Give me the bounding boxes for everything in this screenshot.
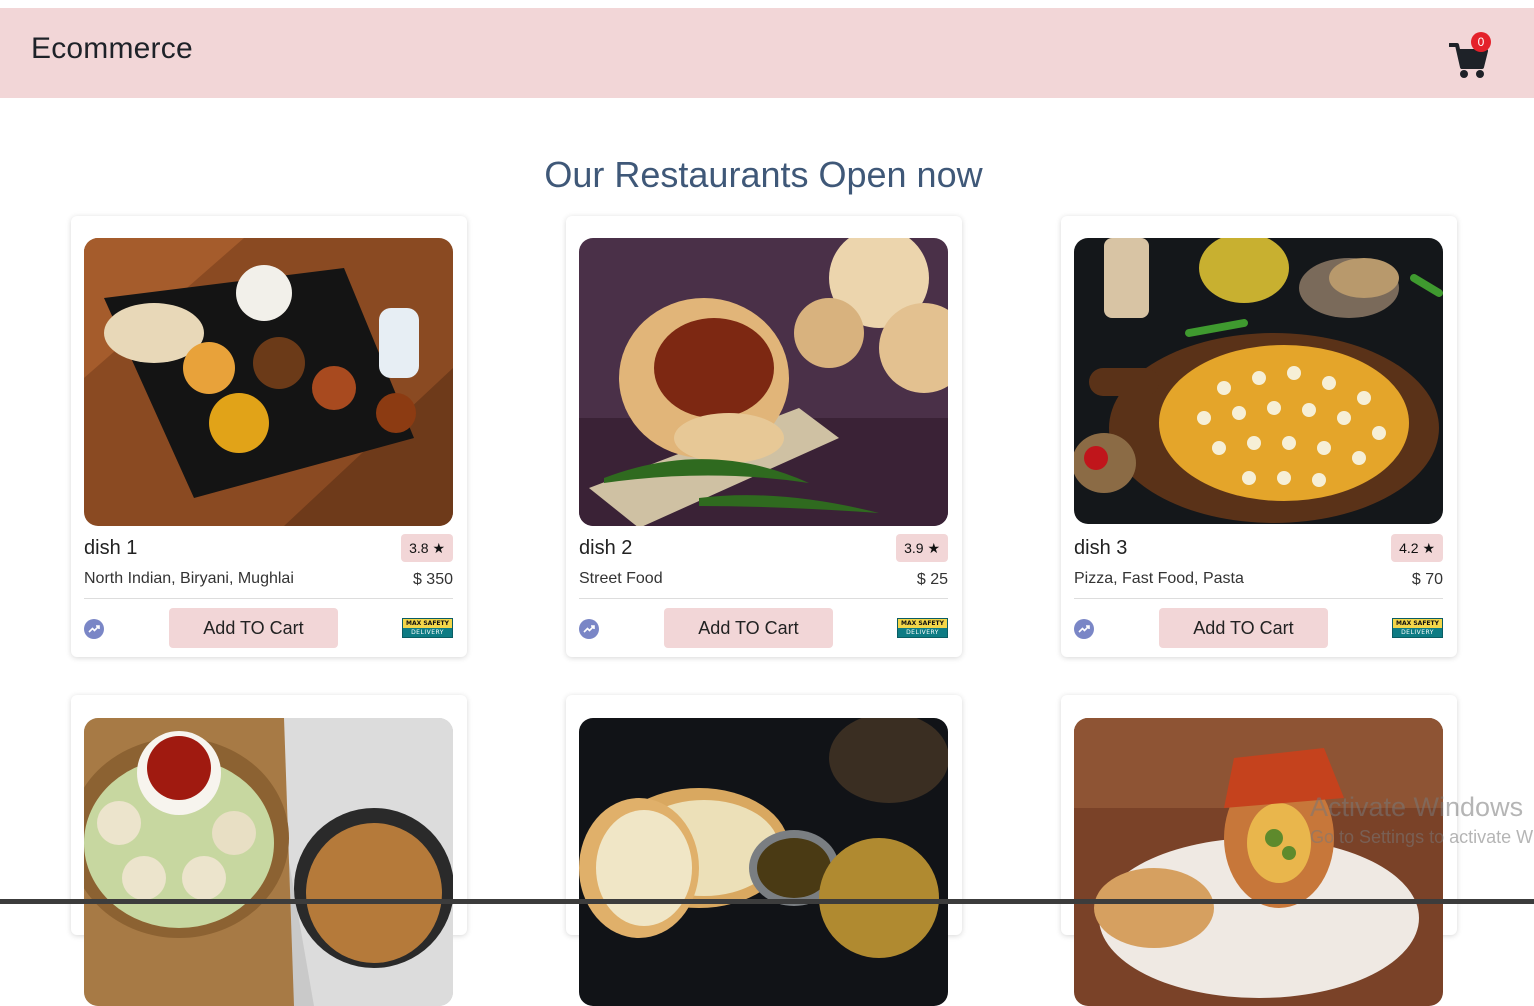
watermark-title: Activate Windows — [1310, 792, 1524, 822]
rating-badge: 3.9 ★ — [896, 534, 948, 562]
dish-image[interactable] — [84, 718, 453, 1006]
price-text: $ 70 — [1411, 571, 1443, 588]
dish-image[interactable] — [1074, 718, 1443, 1006]
watermark-subtitle: Go to Settings to activate Windows. — [1310, 827, 1534, 847]
max-safety-delivery-badge: MAX SAFETY DELIVERY — [1392, 618, 1443, 638]
trending-icon — [1074, 619, 1094, 639]
dish-name: dish 1 — [84, 537, 138, 559]
brand-title[interactable]: Ecommerce — [31, 32, 193, 66]
window-top-strip — [0, 0, 1534, 8]
dish-name: dish 3 — [1074, 537, 1128, 559]
safety-badge-line2: DELIVERY — [1401, 629, 1434, 636]
max-safety-delivery-badge: MAX SAFETY DELIVERY — [897, 618, 948, 638]
navbar: Ecommerce 0 — [0, 8, 1534, 98]
dish-image[interactable] — [84, 238, 453, 526]
trending-icon — [84, 619, 104, 639]
restaurant-card: dish 1 3.8 ★ North Indian, Biryani, Mugh… — [71, 216, 467, 657]
activate-windows-watermark: Activate Windows Go to Settings to activ… — [1310, 792, 1534, 848]
price-text: $ 350 — [412, 571, 453, 588]
taskbar-edge — [0, 899, 1534, 904]
cart-count-badge: 0 — [1471, 32, 1491, 52]
safety-badge-line2: DELIVERY — [906, 629, 939, 636]
rating-badge: 3.8 ★ — [401, 534, 453, 562]
divider — [84, 598, 453, 599]
add-to-cart-button[interactable]: Add TO Cart — [1159, 608, 1328, 648]
rating-badge: 4.2 ★ — [1391, 534, 1443, 562]
cuisine-text: Street Food — [579, 570, 663, 587]
cuisine-text: North Indian, Biryani, Mughlai — [84, 570, 294, 587]
cuisine-text: Pizza, Fast Food, Pasta — [1074, 570, 1244, 587]
dish-image[interactable] — [1074, 238, 1443, 524]
restaurant-card: dish 3 4.2 ★ Pizza, Fast Food, Pasta $ 7… — [1061, 216, 1457, 657]
page-heading: Our Restaurants Open now — [544, 154, 983, 195]
max-safety-delivery-badge: MAX SAFETY DELIVERY — [402, 618, 453, 638]
trending-icon — [579, 619, 599, 639]
price-text: $ 25 — [916, 571, 948, 588]
add-to-cart-button[interactable]: Add TO Cart — [664, 608, 833, 648]
safety-badge-line2: DELIVERY — [411, 629, 444, 636]
dish-image[interactable] — [579, 718, 948, 1006]
dish-name: dish 2 — [579, 537, 633, 559]
divider — [579, 598, 948, 599]
dish-image[interactable] — [579, 238, 948, 526]
add-to-cart-button[interactable]: Add TO Cart — [169, 608, 338, 648]
safety-badge-line1: MAX SAFETY — [898, 619, 947, 628]
cart-button[interactable]: 0 — [1449, 32, 1493, 78]
restaurant-card: dish 2 3.9 ★ Street Food $ 25 Add TO Car… — [566, 216, 962, 657]
safety-badge-line1: MAX SAFETY — [1393, 619, 1442, 628]
safety-badge-line1: MAX SAFETY — [403, 619, 452, 628]
divider — [1074, 598, 1443, 599]
